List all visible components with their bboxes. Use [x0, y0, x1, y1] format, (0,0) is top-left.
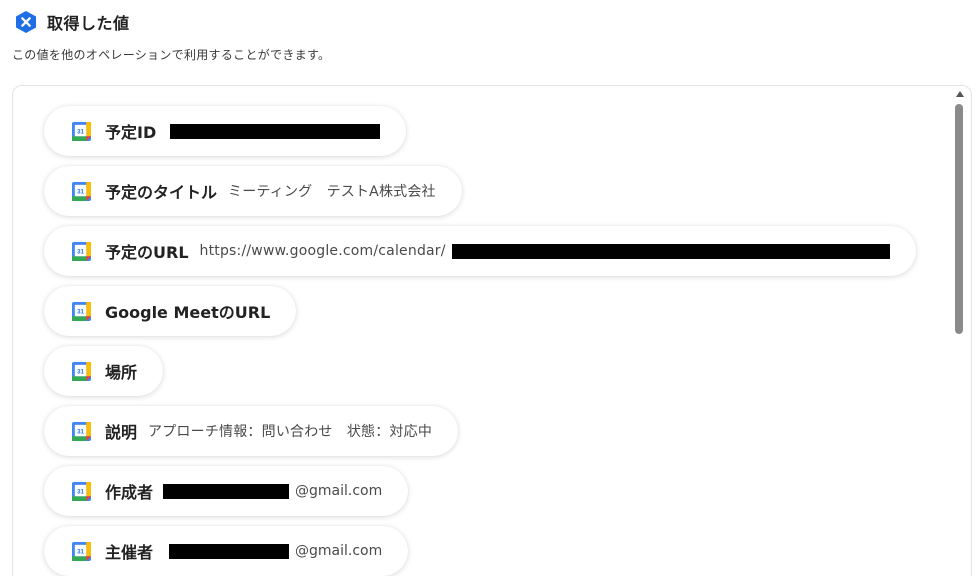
svg-text:31: 31	[77, 188, 84, 195]
value-label: 主催者	[105, 543, 154, 562]
value-item-event-url[interactable]: 31 予定のURL https://www.google.com/calenda…	[44, 226, 916, 276]
page-description: この値を他のオペレーションで利用することができます。	[12, 48, 331, 62]
google-calendar-icon: 31	[72, 181, 91, 201]
values-panel: 31 予定ID 31 予定のタイトル ミーティング テストA株式会社 31 予定…	[12, 85, 972, 576]
value-item-meet-url[interactable]: 31 Google MeetのURL	[44, 286, 297, 336]
google-calendar-icon: 31	[72, 541, 91, 561]
value-label: 予定のURL	[105, 243, 189, 262]
scrollbar-thumb[interactable]	[955, 104, 963, 334]
svg-text:31: 31	[77, 368, 84, 375]
google-calendar-icon: 31	[72, 241, 91, 261]
svg-text:31: 31	[77, 548, 84, 555]
value-label: 場所	[105, 363, 138, 382]
value-text: アプローチ情報：問い合わせ 状態：対応中	[148, 424, 433, 440]
svg-text:31: 31	[77, 428, 84, 435]
yoom-x-icon	[16, 11, 36, 33]
svg-text:31: 31	[77, 128, 84, 135]
value-item-location[interactable]: 31 場所	[44, 346, 164, 396]
value-list: 31 予定ID 31 予定のタイトル ミーティング テストA株式会社 31 予定…	[44, 106, 916, 576]
value-item-description[interactable]: 31 説明 アプローチ情報：問い合わせ 状態：対応中	[44, 406, 459, 456]
panel-header: 取得した値	[14, 8, 130, 36]
value-label: 作成者	[105, 483, 154, 502]
google-calendar-icon: 31	[72, 421, 91, 441]
value-label: 予定のタイトル	[105, 183, 218, 202]
value-item-creator[interactable]: 31 作成者 @gmail.com	[44, 466, 409, 516]
value-item-event-title[interactable]: 31 予定のタイトル ミーティング テストA株式会社	[44, 166, 462, 216]
google-calendar-icon: 31	[72, 121, 91, 141]
google-calendar-icon: 31	[72, 301, 91, 321]
page-title: 取得した値	[47, 14, 130, 33]
google-calendar-icon: 31	[72, 481, 91, 501]
value-label: 説明	[105, 423, 138, 442]
google-calendar-icon: 31	[72, 361, 91, 381]
value-text: ミーティング テストA株式会社	[228, 184, 436, 200]
value-item-event-id[interactable]: 31 予定ID	[44, 106, 407, 156]
email-domain: @gmail.com	[295, 543, 383, 559]
redacted-value	[163, 483, 290, 499]
svg-text:31: 31	[77, 248, 84, 255]
svg-text:31: 31	[77, 308, 84, 315]
value-label: Google MeetのURL	[105, 303, 271, 322]
redacted-value	[170, 123, 381, 139]
value-item-organizer[interactable]: 31 主催者 @gmail.com	[44, 526, 409, 576]
value-label: 予定ID	[105, 123, 157, 142]
scroll-up-arrow-icon[interactable]	[956, 91, 964, 97]
email-domain: @gmail.com	[295, 483, 383, 499]
vertical-scrollbar[interactable]	[955, 86, 967, 576]
redacted-value	[169, 543, 290, 559]
redacted-value	[451, 243, 890, 259]
svg-text:31: 31	[77, 488, 84, 495]
value-text: https://www.google.com/calendar/	[199, 243, 446, 259]
